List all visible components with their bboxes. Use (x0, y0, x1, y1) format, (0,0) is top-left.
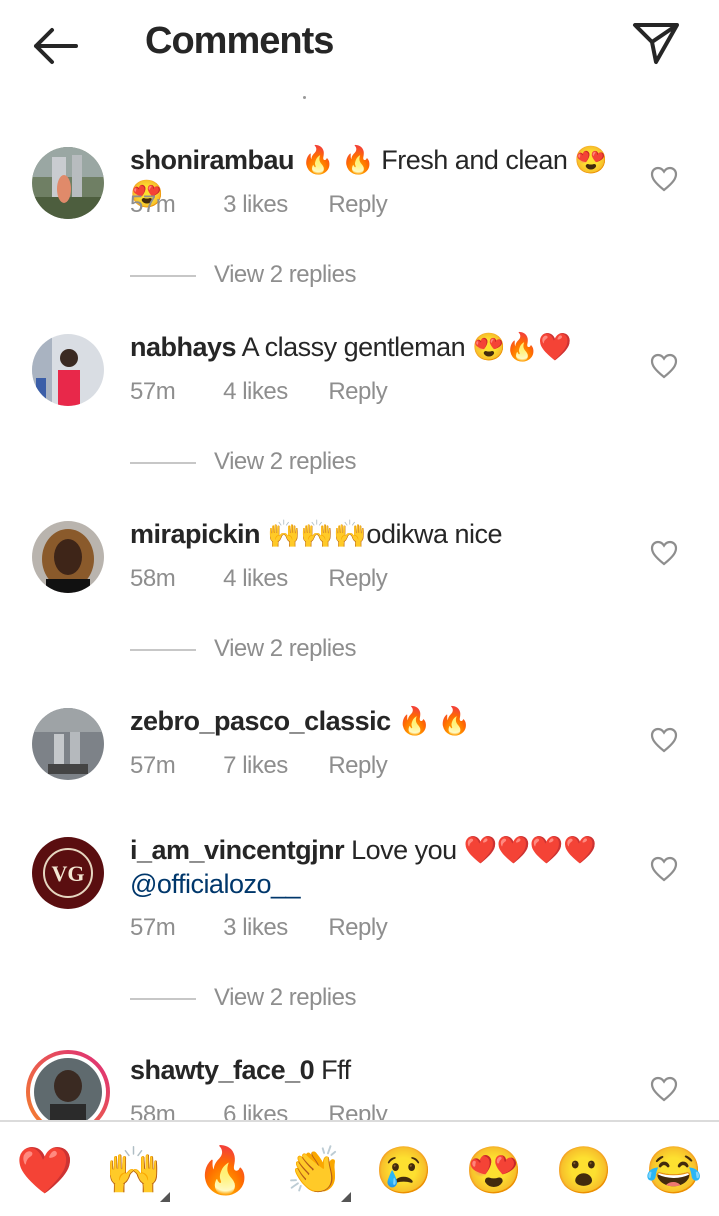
comment-time: 58m (130, 565, 176, 592)
svg-text:VG: VG (52, 861, 85, 886)
clapping-hands-icon: 👏 (286, 1144, 344, 1196)
comment-time: 57m (130, 752, 176, 779)
reply-button[interactable]: Reply (328, 378, 387, 406)
comment-likes[interactable]: 4 likes (223, 378, 322, 406)
view-replies-button[interactable]: View 2 replies (130, 261, 356, 289)
reply-button[interactable]: Reply (328, 191, 387, 219)
emoji-heart-eyes-button[interactable]: 😍 (464, 1140, 524, 1200)
view-replies-label: View 2 replies (214, 635, 356, 662)
avatar-story-ring[interactable] (24, 1048, 112, 1120)
comment-likes[interactable]: 7 likes (223, 752, 322, 780)
replies-divider (130, 997, 196, 1000)
mention-link[interactable]: @officialozo__ (130, 869, 301, 899)
comment-likes[interactable]: 6 likes (223, 1101, 322, 1120)
comment-text: Fff (321, 1055, 351, 1085)
comment-username[interactable]: i_am_vincentgjnr (130, 835, 345, 865)
avatar[interactable] (32, 708, 104, 780)
comment-text: 🔥 🔥 (397, 706, 472, 736)
comment-text: A classy gentleman 😍🔥❤️ (241, 332, 572, 362)
like-button[interactable] (650, 353, 678, 379)
comment-text: 🙌🙌🙌odikwa nice (267, 519, 503, 549)
reply-button[interactable]: Reply (328, 565, 387, 593)
comment-username[interactable]: shawty_face_0 (130, 1055, 315, 1085)
skin-tone-indicator (341, 1192, 351, 1202)
emoji-cry-button[interactable]: 😢 (374, 1140, 434, 1200)
like-button[interactable] (650, 540, 678, 566)
comment-time: 57m (130, 191, 176, 218)
comment-meta: 57m 7 likes Reply (130, 752, 388, 780)
like-button[interactable] (650, 856, 678, 882)
replies-divider (130, 274, 196, 277)
skin-tone-indicator (160, 1192, 170, 1202)
like-button[interactable] (650, 166, 678, 192)
comment-likes[interactable]: 3 likes (223, 191, 322, 219)
view-replies-label: View 2 replies (214, 984, 356, 1011)
comment-text: Love you ❤️❤️❤️❤️ (351, 835, 597, 865)
comment-meta: 58m 6 likes Reply (130, 1101, 388, 1120)
comment-meta: 57m 3 likes Reply (130, 914, 388, 942)
reply-button[interactable]: Reply (328, 914, 387, 942)
view-replies-button[interactable]: View 2 replies (130, 448, 356, 476)
reply-button[interactable]: Reply (328, 752, 387, 780)
comment-username[interactable]: zebro_pasco_classic (130, 706, 391, 736)
quick-emoji-bar: ❤️ 🙌 🔥 👏 😢 😍 😮 😂 (0, 1120, 719, 1216)
emoji-fire-button[interactable]: 🔥 (195, 1140, 255, 1200)
like-button[interactable] (650, 1076, 678, 1102)
comment-time: 58m (130, 1101, 176, 1120)
reply-button[interactable]: Reply (328, 1101, 387, 1120)
comment-username[interactable]: shonirambau (130, 145, 295, 175)
avatar[interactable] (32, 147, 104, 219)
heart-outline-icon (650, 353, 678, 379)
comment-username[interactable]: mirapickin (130, 519, 261, 549)
emoji-laugh-button[interactable]: 😂 (644, 1140, 704, 1200)
emoji-surprised-button[interactable]: 😮 (554, 1140, 614, 1200)
emoji-clap-button[interactable]: 👏 (285, 1140, 351, 1202)
avatar[interactable] (32, 334, 104, 406)
heart-outline-icon (650, 540, 678, 566)
comment-time: 57m (130, 914, 176, 941)
comment-likes[interactable]: 4 likes (223, 565, 322, 593)
comment-meta: 57m 4 likes Reply (130, 378, 388, 406)
heart-outline-icon (650, 856, 678, 882)
comment-meta: 57m 3 likes Reply (130, 191, 388, 219)
comment-meta: 58m 4 likes Reply (130, 565, 388, 593)
comment-username[interactable]: nabhays (130, 332, 237, 362)
heart-outline-icon (650, 727, 678, 753)
view-replies-button[interactable]: View 2 replies (130, 635, 356, 663)
emoji-heart-button[interactable]: ❤️ (15, 1140, 75, 1200)
avatar[interactable]: VG (32, 837, 104, 909)
view-replies-label: View 2 replies (214, 261, 356, 288)
view-replies-button[interactable]: View 2 replies (130, 984, 356, 1012)
heart-outline-icon (650, 1076, 678, 1102)
comment-time: 57m (130, 378, 176, 405)
view-replies-label: View 2 replies (214, 448, 356, 475)
comment-likes[interactable]: 3 likes (223, 914, 322, 942)
avatar[interactable] (32, 521, 104, 593)
emoji-raised-hands-button[interactable]: 🙌 (104, 1140, 170, 1202)
raised-hands-icon: 🙌 (105, 1144, 163, 1196)
replies-divider (130, 648, 196, 651)
like-button[interactable] (650, 727, 678, 753)
comments-list[interactable]: shonirambau 🔥 🔥 Fresh and clean 😍😍 57m 3… (0, 0, 719, 1120)
heart-outline-icon (650, 166, 678, 192)
replies-divider (130, 461, 196, 464)
